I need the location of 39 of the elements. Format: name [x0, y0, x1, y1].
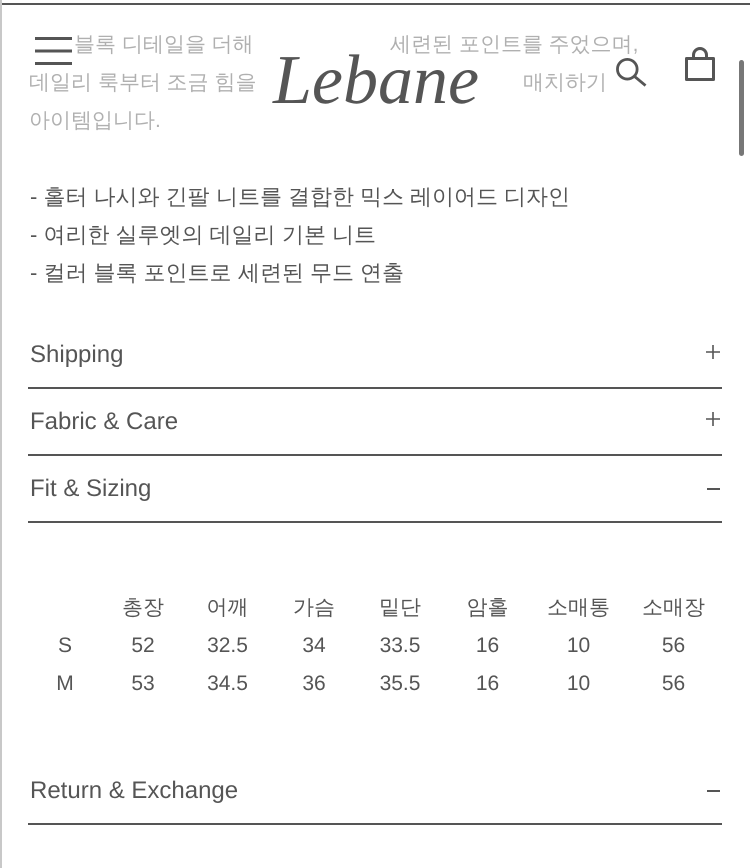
table-cell-text: 56	[662, 633, 686, 660]
table-cell-text: 34	[302, 633, 326, 660]
description-text: 세련된 포인트를 주었으며,	[390, 34, 639, 56]
bullet-item: - 컬러 블록 포인트로 세련된 무드 연출	[30, 259, 404, 287]
description-text: 매치하기	[523, 72, 607, 94]
accordion-header[interactable]: Fit & Sizing	[28, 456, 722, 523]
description-text: 아이템입니다.	[29, 110, 161, 132]
size-label: M	[56, 671, 74, 698]
table-cell-text: 34.5	[207, 671, 248, 698]
table-cell-text: 53	[131, 671, 155, 698]
table-cell-text: 10	[566, 671, 590, 698]
table-header-cell-text: 소매장	[642, 595, 705, 622]
accordion-header[interactable]: Return & Exchange	[28, 758, 722, 825]
table-header-cell-text: 어깨	[206, 595, 248, 622]
accordion-header[interactable]: Fabric & Care	[28, 389, 722, 456]
menu-icon[interactable]	[35, 37, 72, 65]
table-header-cell-text: 암홀	[466, 595, 508, 622]
table-cell-text: 10	[566, 633, 590, 660]
table-header-cell-text: 소매통	[547, 595, 610, 622]
table-cell-text: 36	[302, 671, 326, 698]
table-cell-text: 32.5	[207, 633, 248, 660]
bullet-item: - 홀터 나시와 긴팔 니트를 결합한 믹스 레이어드 디자인	[30, 183, 570, 211]
size-label: S	[58, 633, 72, 660]
table-header-cell-text: 밑단	[379, 595, 421, 622]
table-cell-text: 52	[131, 633, 155, 660]
table-header-cell-text: 가슴	[293, 595, 335, 622]
table-header-cell-text: 총장	[122, 595, 164, 622]
accordion-header[interactable]: Shipping	[28, 322, 722, 389]
shopping-bag-icon[interactable]	[685, 47, 715, 81]
table-cell-text: 33.5	[380, 633, 420, 660]
table-cell-text: 35.5	[380, 671, 420, 698]
table-cell-text: 56	[662, 671, 686, 698]
search-icon[interactable]	[616, 58, 647, 87]
description-text: 데일리 룩부터 조금 힘을	[29, 72, 257, 94]
table-cell-text: 16	[476, 633, 500, 660]
description-text: 블록 디테일을 더해	[74, 34, 254, 56]
table-cell-text: 16	[476, 671, 500, 698]
scrollbar[interactable]	[739, 60, 744, 156]
bullet-item: - 여리한 실루엣의 데일리 기본 니트	[30, 221, 376, 249]
